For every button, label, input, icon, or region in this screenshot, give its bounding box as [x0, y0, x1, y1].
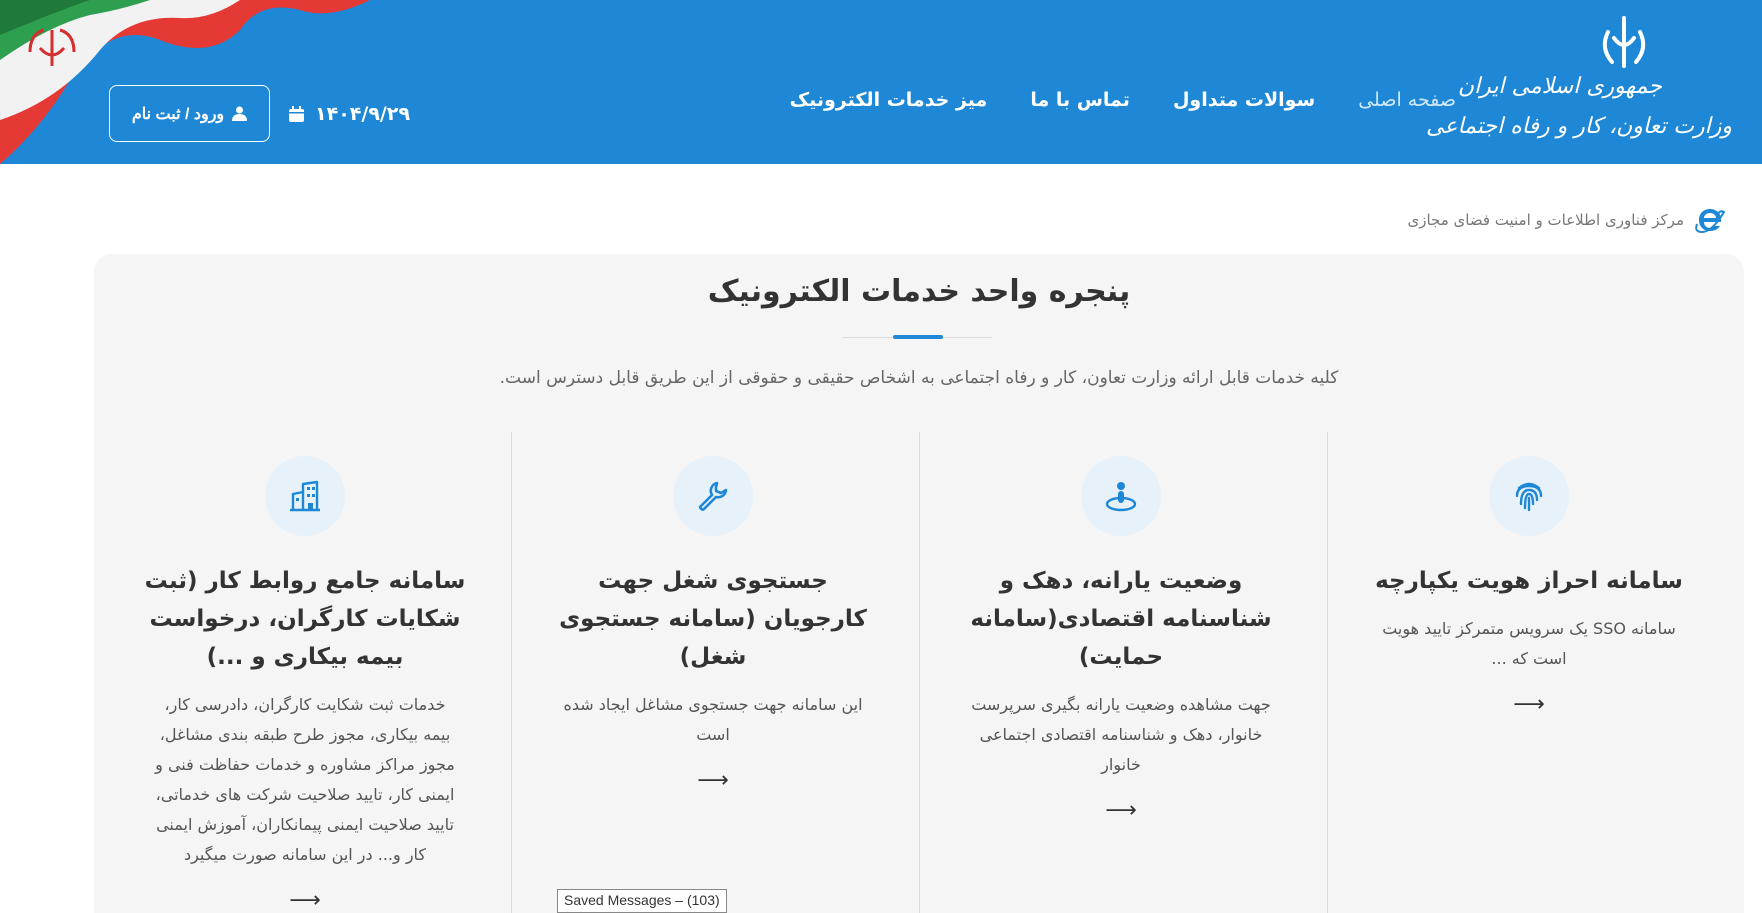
brand-line-1: جمهوری اسلامی ایران	[1457, 74, 1662, 99]
brand-line-2: وزارت تعاون، کار و رفاه اجتماعی	[1425, 114, 1732, 139]
service-card-sso[interactable]: سامانه احراز هویت یکپارچه سامانه SSO یک …	[1349, 456, 1709, 717]
page-title: پنجره واحد خدمات الکترونیک	[707, 274, 1131, 309]
arrow-right-icon[interactable]: ⟶	[941, 798, 1301, 823]
services-panel: پنجره واحد خدمات الکترونیک کلیه خدمات قا…	[94, 254, 1744, 913]
page-description: کلیه خدمات قابل ارائه وزارت تعاون، کار و…	[499, 368, 1339, 388]
service-card-job-search[interactable]: جستجوی شغل جهت کارجویان (سامانه جستجوی ش…	[533, 456, 893, 793]
wrench-icon	[673, 456, 753, 536]
person-location-icon	[1081, 456, 1161, 536]
calendar-icon	[289, 105, 304, 122]
service-card-description: جهت مشاهده وضعیت یارانه بگیری سرپرست خان…	[971, 695, 1271, 774]
site-header: جمهوری اسلامی ایران وزارت تعاون، کار و ر…	[0, 0, 1762, 164]
current-date: ۱۴۰۴/۹/۲۹	[288, 103, 410, 125]
service-card-description: این سامانه جهت جستجوی مشاغل ایجاد شده اس…	[563, 695, 863, 744]
e-logo-icon	[1695, 209, 1726, 234]
taskbar-tooltip: Saved Messages – (103)	[557, 889, 727, 913]
login-register-button[interactable]: ورود / ثبت نام	[109, 85, 270, 142]
user-icon	[232, 106, 248, 121]
nav-e-services-desk[interactable]: میز خدمات الکترونیک	[790, 89, 988, 111]
main-nav: صفحه اصلی سوالات متداول تماس با ما میز خ…	[790, 89, 1456, 111]
arrow-right-icon[interactable]: ⟶	[533, 768, 893, 793]
it-center-label: مرکز فناوری اطلاعات و امنیت فضای مجازی	[1407, 211, 1684, 229]
nav-home[interactable]: صفحه اصلی	[1358, 89, 1456, 111]
it-center-link[interactable]: مرکز فناوری اطلاعات و امنیت فضای مجازی	[1407, 204, 1726, 236]
service-card-title: سامانه جامع روابط کار (ثبت شکایات کارگرا…	[144, 568, 466, 670]
nav-contact[interactable]: تماس با ما	[1030, 89, 1130, 111]
service-card-title: وضعیت یارانه، دهک و شناسنامه اقتصادی(سام…	[970, 568, 1272, 670]
service-card-subsidy[interactable]: وضعیت یارانه، دهک و شناسنامه اقتصادی(سام…	[941, 456, 1301, 823]
service-card-description: سامانه SSO یک سرویس متمرکز تایید هویت اس…	[1382, 619, 1676, 668]
date-text: ۱۴۰۴/۹/۲۹	[315, 103, 411, 125]
service-card-title: سامانه احراز هویت یکپارچه	[1375, 568, 1683, 594]
arrow-right-icon[interactable]: ⟶	[125, 888, 485, 913]
arrow-right-icon[interactable]: ⟶	[1349, 692, 1709, 717]
fingerprint-icon	[1489, 456, 1569, 536]
column-divider	[919, 432, 920, 913]
column-divider	[511, 432, 512, 913]
service-card-description: خدمات ثبت شکایت کارگران، دادرسی کار، بیم…	[155, 695, 455, 864]
service-card-labor-relations[interactable]: سامانه جامع روابط کار (ثبت شکایات کارگرا…	[125, 456, 485, 913]
nav-faq[interactable]: سوالات متداول	[1173, 89, 1315, 111]
ministry-logo[interactable]: جمهوری اسلامی ایران وزارت تعاون، کار و ر…	[1426, 10, 1732, 150]
title-accent-bar	[893, 335, 943, 339]
building-icon	[265, 456, 345, 536]
login-label: ورود / ثبت نام	[131, 105, 225, 123]
column-divider	[1327, 432, 1328, 913]
service-card-title: جستجوی شغل جهت کارجویان (سامانه جستجوی ش…	[559, 568, 867, 670]
iran-emblem-icon	[1602, 16, 1646, 68]
